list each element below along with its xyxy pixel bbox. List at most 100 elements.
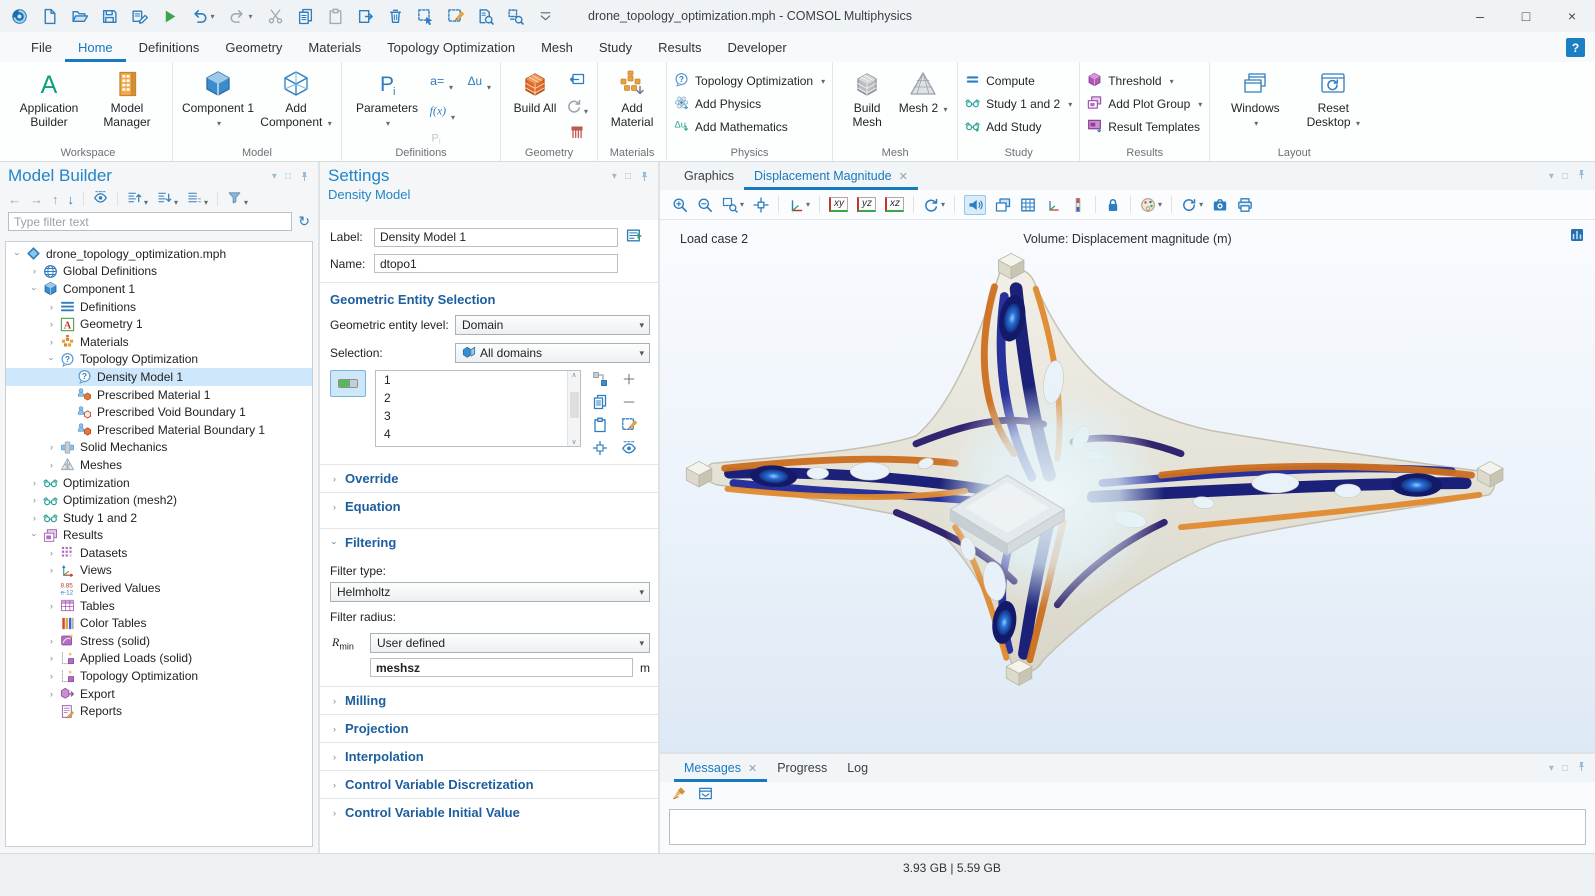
redo-icon[interactable]: ▾ [228,7,254,25]
tree-item[interactable]: Reports [6,702,312,720]
tree-item[interactable]: ›Results [6,527,312,545]
add-component-button[interactable]: Add Component ▾ [258,66,334,144]
save-icon[interactable] [100,7,118,25]
open-file-icon[interactable] [70,7,88,25]
pin-icon[interactable] [299,171,310,182]
tree-item[interactable]: Prescribed Material 1 [6,386,312,404]
close-button[interactable]: × [1549,0,1595,32]
zoom-out-icon[interactable] [697,197,713,213]
name-input[interactable] [374,254,618,273]
zoom-box-icon[interactable]: ▾ [722,197,744,213]
help-button[interactable]: ? [1566,38,1585,57]
duplicate-icon[interactable] [356,7,374,25]
copy-icon[interactable] [296,7,314,25]
nav-forward-icon[interactable]: → [30,192,43,207]
filter-type-select[interactable]: Helmholtz [330,582,650,602]
radius-value-input[interactable] [370,658,633,677]
tree-item[interactable]: ›Tables [6,597,312,615]
nav-back-icon[interactable]: ← [8,192,21,207]
section-filtering[interactable]: ›Filtering [320,528,658,556]
update-icon[interactable]: ▾ [1181,197,1203,213]
select-icon[interactable] [416,7,434,25]
view-yz-button[interactable]: yz [857,197,876,212]
move-up-icon[interactable]: ↑ [52,192,59,207]
mesh2-button[interactable]: Mesh 2 ▾ [896,66,950,144]
menu-tab-topology-optimization[interactable]: Topology Optimization [374,32,528,62]
clear-selection-icon[interactable] [446,7,464,25]
expand-arrow-icon[interactable]: › [46,460,57,470]
undo-icon[interactable]: ▾ [190,7,216,25]
reset-desktop-button[interactable]: Reset Desktop ▾ [1295,66,1371,144]
rebuild-button[interactable]: ▾ [566,98,588,117]
tree-item[interactable]: ›Datasets [6,544,312,562]
label-input[interactable] [374,228,618,247]
add-plot-group-button[interactable]: Add Plot Group▾ [1087,95,1202,113]
zoom-in-icon[interactable] [672,197,688,213]
clear-messages-icon[interactable] [672,786,687,804]
move-down-icon[interactable]: ↓ [68,192,75,207]
build-mesh-button[interactable]: Build Mesh [840,66,894,144]
windows-button[interactable]: Windows▾ [1217,66,1293,144]
menu-tab-file[interactable]: File [18,32,65,62]
variables-button[interactable]: a=▾ [429,72,455,93]
expand-arrow-icon[interactable]: › [46,337,57,347]
tree-item[interactable]: Prescribed Void Boundary 1 [6,403,312,421]
zoom-selection-icon[interactable] [506,7,524,25]
section-milling[interactable]: ›Milling [320,686,658,714]
lock-icon[interactable] [1105,197,1121,213]
expand-arrow-icon[interactable]: › [46,565,57,575]
tree-item[interactable]: Prescribed Material Boundary 1 [6,421,312,439]
scene-light-icon[interactable] [964,195,986,215]
add-physics-button[interactable]: Add Physics [674,95,825,113]
section-projection[interactable]: ›Projection [320,714,658,742]
pin-icon[interactable] [639,171,650,182]
zoom-extents-icon[interactable] [753,197,769,213]
expand-arrow-icon[interactable]: › [46,601,57,611]
maximize-button[interactable]: □ [1503,0,1549,32]
tree-item[interactable]: Color Tables [6,614,312,632]
expand-arrow-icon[interactable]: › [29,266,40,276]
tab-messages[interactable]: Messages✕ [674,754,767,782]
paste-icon[interactable] [326,7,344,25]
add-selection-icon[interactable] [620,371,638,387]
tree-item[interactable]: ›?Topology Optimization [6,351,312,369]
paste-selection-icon[interactable] [591,417,609,433]
study-1-and-2-button[interactable]: Study 1 and 2▾ [965,95,1072,113]
appearance-icon[interactable]: ▾ [1140,197,1162,213]
application-builder-button[interactable]: A Application Builder [11,66,87,144]
tree-item[interactable]: ›Materials [6,333,312,351]
add-material-button[interactable]: Add Material [605,66,659,144]
menu-tab-geometry[interactable]: Geometry [212,32,295,62]
tree-item[interactable]: 8.85e-12Derived Values [6,579,312,597]
plot-corner-icon[interactable] [1569,227,1585,246]
graphics-canvas[interactable]: Load case 2 Volume: Displacement magnitu… [660,220,1595,752]
result-templates-button[interactable]: Result Templates [1087,118,1202,136]
panel-maximize-icon[interactable]: □ [1562,763,1568,774]
view-axes-icon[interactable]: ▾ [788,197,810,213]
tab-graphics[interactable]: Graphics [674,162,744,190]
expand-arrow-icon[interactable]: › [46,442,57,452]
expand-arrow-icon[interactable]: › [46,689,57,699]
save-as-icon[interactable] [130,7,148,25]
collapse-arrow-icon[interactable]: › [47,354,57,365]
tree-item[interactable]: ›AGeometry 1 [6,315,312,333]
model-manager-button[interactable]: Model Manager [89,66,165,144]
print-icon[interactable] [1237,197,1253,213]
tree-item[interactable]: ›Stress (solid) [6,632,312,650]
tree-item[interactable]: ›Topology Optimization [6,667,312,685]
cut-icon[interactable] [266,7,284,25]
color-legend-icon[interactable] [1070,197,1086,213]
radius-mode-select[interactable]: User defined [370,633,650,653]
listbox-scrollbar[interactable]: ∧∨ [567,371,580,446]
build-all-button[interactable]: Build All [508,66,562,144]
expand-arrow-icon[interactable]: › [46,636,57,646]
panel-maximize-icon[interactable]: □ [1562,171,1568,182]
menu-tab-developer[interactable]: Developer [714,32,799,62]
compute-button[interactable]: Compute [965,72,1072,90]
add-mathematics-button[interactable]: ΔuAdd Mathematics [674,118,825,136]
tree-item[interactable]: ›Study 1 and 2 [6,509,312,527]
tree-item[interactable]: ›Export [6,685,312,703]
panel-menu-icon[interactable]: ▾ [272,171,277,182]
parameters-button[interactable]: Pi Parameters▾ [349,66,425,144]
selection-select[interactable]: All domains [455,343,650,363]
